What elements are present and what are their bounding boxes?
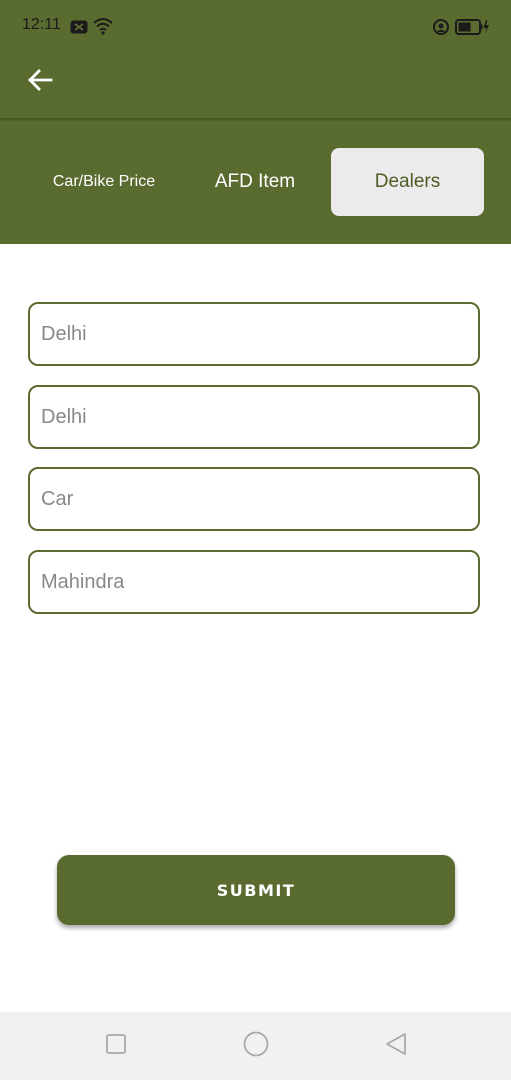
system-nav-bar: [0, 1012, 511, 1080]
notification-badge-icon: [70, 19, 88, 38]
screen: 12:11 Car/Bike Price AFD Item Dealers De…: [0, 0, 511, 1080]
state-field[interactable]: Delhi: [28, 302, 480, 366]
city-field[interactable]: Delhi: [28, 385, 480, 449]
status-time: 12:11: [22, 16, 61, 33]
back-triangle-icon: [383, 1031, 409, 1061]
recents-square-icon: [104, 1032, 128, 1060]
vehicle-type-field[interactable]: Car: [28, 467, 480, 531]
status-bar: 12:11: [0, 0, 511, 56]
city-field-value: Delhi: [41, 405, 87, 428]
nav-back-button[interactable]: [380, 1030, 412, 1062]
battery-icon: [455, 18, 491, 40]
tab-afd-item[interactable]: AFD Item: [180, 148, 330, 216]
tab-dealers[interactable]: Dealers: [331, 148, 484, 216]
tab-label: Car/Bike Price: [52, 173, 156, 190]
home-button[interactable]: [240, 1030, 272, 1062]
vehicle-type-field-value: Car: [41, 487, 74, 510]
app-bar: [0, 56, 511, 118]
wifi-icon: [93, 17, 113, 39]
submit-button[interactable]: SUBMIT: [57, 855, 455, 925]
arrow-left-icon: [27, 68, 53, 96]
state-field-value: Delhi: [41, 322, 87, 345]
submit-button-label: SUBMIT: [216, 880, 296, 900]
recents-button[interactable]: [100, 1030, 132, 1062]
tab-label: Dealers: [374, 171, 441, 192]
alarm-icon: [432, 18, 450, 40]
brand-field[interactable]: Mahindra: [28, 550, 480, 614]
home-circle-icon: [242, 1030, 270, 1062]
tab-strip: Car/Bike Price AFD Item Dealers: [0, 122, 511, 244]
tab-car-bike-price[interactable]: Car/Bike Price: [28, 148, 180, 216]
back-button[interactable]: [20, 62, 60, 102]
tab-label: AFD Item: [214, 171, 296, 192]
brand-field-value: Mahindra: [41, 570, 125, 593]
